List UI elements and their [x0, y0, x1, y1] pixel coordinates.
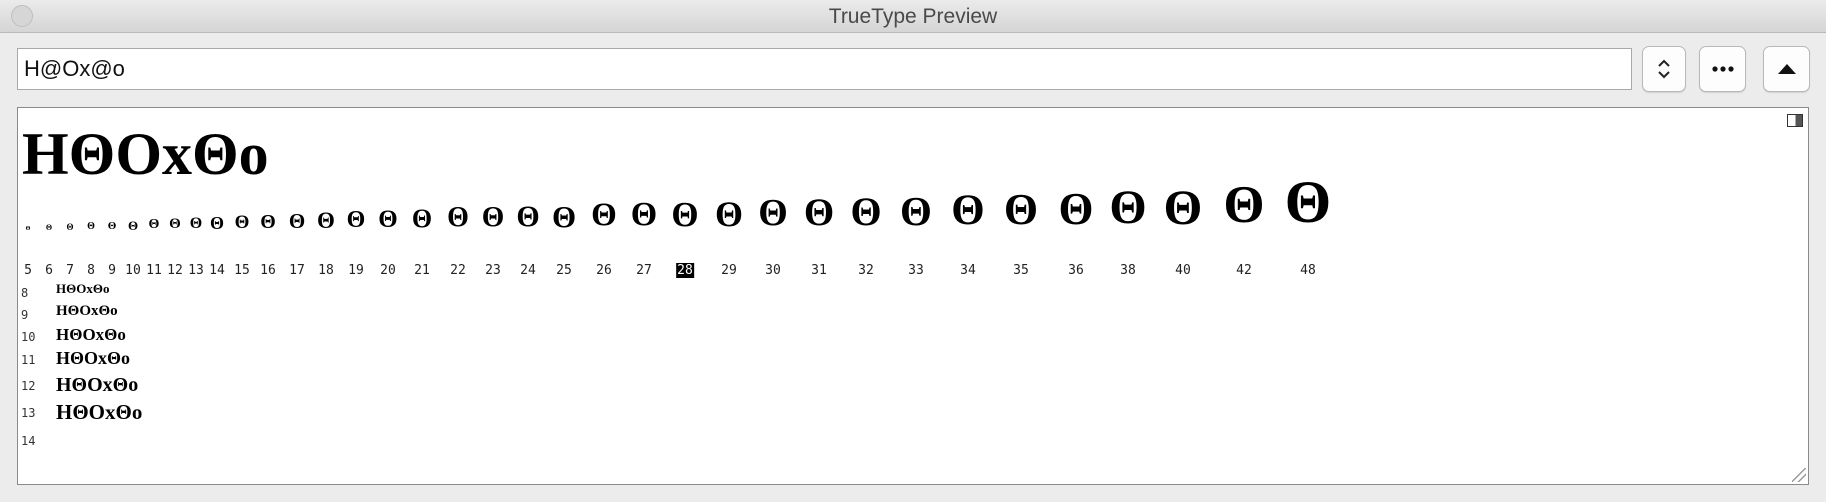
size-label-22[interactable]: 22: [449, 263, 467, 278]
waterfall-glyph-30: Θ: [758, 192, 788, 234]
size-label-16[interactable]: 16: [259, 263, 277, 278]
waterfall-glyph-29: Θ: [714, 194, 744, 234]
size-label-31[interactable]: 31: [810, 263, 828, 278]
size-label-7[interactable]: 7: [65, 263, 75, 278]
waterfall-glyph-35: Θ: [1003, 185, 1039, 234]
sample-row-text: HΘOxΘo: [56, 281, 110, 296]
title-bar: TrueType Preview: [0, 0, 1826, 33]
size-label-12[interactable]: 12: [166, 263, 184, 278]
size-label-24[interactable]: 24: [519, 263, 537, 278]
waterfall-glyph-15: Θ: [234, 212, 250, 233]
size-label-23[interactable]: 23: [484, 263, 502, 278]
waterfall-glyph-6: Θ: [45, 223, 53, 232]
size-label-42[interactable]: 42: [1235, 263, 1253, 278]
waterfall-glyph-9: Θ: [107, 220, 117, 232]
font-preview-area[interactable]: HΘOxΘo Θ 5 Θ 6 Θ 7 Θ 8 Θ 9 Θ 10 Θ 11 Θ 12 Θ 13 Θ 14 Θ 15 Θ 16 Θ 1…: [17, 107, 1809, 485]
sample-row-text: HΘOxΘo: [56, 400, 143, 424]
sample-row-size: 11: [21, 353, 36, 367]
waterfall-glyph-19: Θ: [346, 207, 366, 233]
waterfall-glyph-21: Θ: [411, 204, 433, 233]
waterfall-glyph-28: Θ: [671, 195, 699, 234]
large-sample-text: HΘOxΘo: [22, 121, 269, 187]
window-title: TrueType Preview: [828, 5, 998, 28]
size-label-29[interactable]: 29: [720, 263, 738, 278]
sample-text-input[interactable]: [17, 48, 1632, 90]
size-label-15[interactable]: 15: [233, 263, 251, 278]
size-label-26[interactable]: 26: [595, 263, 613, 278]
waterfall-glyph-38: Θ: [1109, 181, 1147, 234]
waterfall-glyph-16: Θ: [260, 211, 276, 233]
size-label-9[interactable]: 9: [107, 263, 117, 278]
waterfall-glyph-42: Θ: [1223, 176, 1265, 234]
size-label-18[interactable]: 18: [317, 263, 335, 278]
waterfall-glyph-7: Θ: [66, 222, 74, 232]
waterfall-glyph-34: Θ: [951, 187, 985, 234]
size-label-27[interactable]: 27: [635, 263, 653, 278]
size-label-10[interactable]: 10: [124, 263, 142, 278]
waterfall-glyph-10: Θ: [127, 218, 139, 233]
waterfall-glyph-20: Θ: [378, 206, 398, 233]
sample-row-size: 10: [21, 330, 36, 344]
waterfall-glyph-12: Θ: [169, 216, 181, 232]
sidebar-toggle-icon[interactable]: [1787, 114, 1803, 127]
size-label-19[interactable]: 19: [347, 263, 365, 278]
waterfall-glyph-32: Θ: [850, 189, 882, 234]
sample-row-size: 9: [21, 308, 29, 322]
size-label-33[interactable]: 33: [907, 263, 925, 278]
waterfall-glyph-33: Θ: [900, 188, 932, 234]
waterfall-glyph-23: Θ: [481, 201, 505, 233]
sample-row-size: 8: [21, 286, 29, 300]
sample-row-size: 14: [21, 434, 36, 448]
collapse-button[interactable]: [1763, 46, 1810, 92]
size-label-25[interactable]: 25: [555, 263, 573, 278]
size-label-11[interactable]: 11: [145, 263, 163, 278]
size-label-8[interactable]: 8: [86, 263, 96, 278]
sample-row-text: HΘOxΘo: [56, 303, 118, 319]
sample-row-size: 13: [21, 406, 36, 420]
size-label-38[interactable]: 38: [1119, 263, 1137, 278]
waterfall-glyph-22: Θ: [447, 202, 469, 233]
waterfall-glyph-5: Θ: [25, 226, 31, 232]
sample-row-size: 12: [21, 379, 36, 393]
waterfall-glyph-27: Θ: [630, 196, 658, 233]
waterfall-glyph-11: Θ: [148, 217, 160, 232]
ellipsis-icon: [1711, 66, 1734, 72]
resize-grip[interactable]: [1792, 468, 1806, 482]
sample-row-text: HΘOxΘo: [56, 374, 139, 396]
waterfall-glyph-26: Θ: [591, 197, 617, 233]
size-label-14[interactable]: 14: [208, 263, 226, 278]
waterfall-glyph-18: Θ: [317, 208, 335, 233]
up-down-chevron-icon: [1658, 59, 1670, 79]
size-label-32[interactable]: 32: [857, 263, 875, 278]
waterfall-glyph-17: Θ: [288, 209, 306, 233]
sample-row-text: HΘOxΘo: [56, 348, 131, 368]
size-label-36[interactable]: 36: [1067, 263, 1085, 278]
waterfall-glyph-13: Θ: [189, 215, 203, 232]
size-label-35[interactable]: 35: [1012, 263, 1030, 278]
waterfall-glyph-48: Θ: [1284, 169, 1332, 235]
size-label-17[interactable]: 17: [288, 263, 306, 278]
size-label-30[interactable]: 30: [764, 263, 782, 278]
size-label-6[interactable]: 6: [44, 263, 54, 278]
size-label-28[interactable]: 28: [676, 263, 694, 278]
waterfall-glyph-14: Θ: [209, 213, 225, 233]
waterfall-glyph-31: Θ: [803, 191, 835, 234]
size-label-40[interactable]: 40: [1174, 263, 1192, 278]
size-label-5[interactable]: 5: [23, 263, 33, 278]
sample-row-text: HΘOxΘo: [56, 325, 126, 344]
size-label-48[interactable]: 48: [1299, 263, 1317, 278]
waterfall-glyph-36: Θ: [1058, 184, 1094, 234]
more-options-button[interactable]: [1699, 46, 1746, 92]
waterfall-glyph-25: Θ: [551, 199, 577, 234]
waterfall-glyph-8: Θ: [87, 221, 95, 232]
size-label-34[interactable]: 34: [959, 263, 977, 278]
size-label-21[interactable]: 21: [413, 263, 431, 278]
size-label-13[interactable]: 13: [187, 263, 205, 278]
size-label-20[interactable]: 20: [379, 263, 397, 278]
stepper-button[interactable]: [1642, 46, 1686, 92]
waterfall-glyph-40: Θ: [1163, 179, 1203, 235]
triangle-up-icon: [1777, 64, 1796, 74]
waterfall-glyph-24: Θ: [516, 200, 540, 233]
